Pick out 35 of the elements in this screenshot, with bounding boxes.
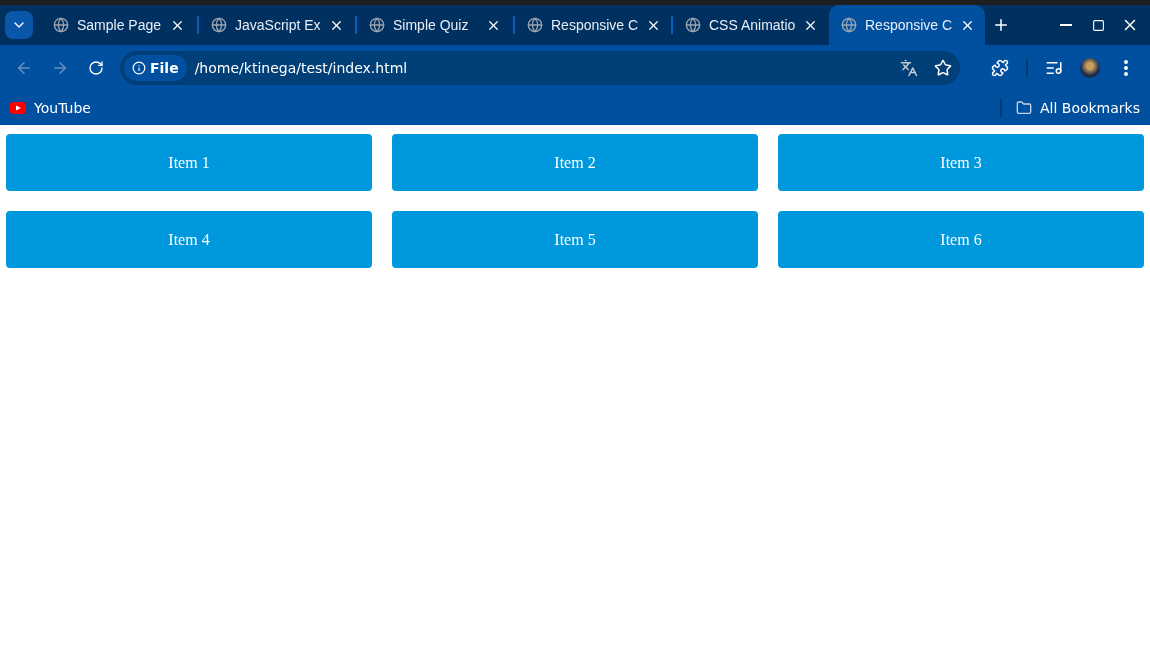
folder-icon (1015, 99, 1032, 116)
grid-item: Item 4 (6, 211, 372, 268)
browser-tab[interactable]: CSS Animatio (673, 5, 829, 45)
maximize-icon (1091, 18, 1105, 32)
menu-icon (1124, 59, 1128, 76)
browser-tab[interactable]: Simple Quiz (357, 5, 513, 45)
browser-tab[interactable]: Responsive C (515, 5, 671, 45)
globe-icon (53, 17, 69, 33)
globe-icon (369, 17, 385, 33)
address-bar[interactable]: File /home/ktinega/test/index.html (120, 50, 960, 85)
grid-item: Item 5 (392, 211, 758, 268)
star-icon[interactable] (934, 58, 952, 77)
grid-item: Item 3 (778, 134, 1144, 191)
minimize-icon (1060, 24, 1072, 26)
globe-icon (211, 17, 227, 33)
grid-item: Item 6 (778, 211, 1144, 268)
url-text: /home/ktinega/test/index.html (194, 59, 409, 76)
globe-icon (527, 17, 543, 33)
browser-tab[interactable]: Sample Page (41, 5, 197, 45)
tab-search-button[interactable] (5, 11, 33, 39)
play-icon (10, 101, 26, 114)
grid-item: Item 2 (392, 134, 758, 191)
translate-icon[interactable] (900, 58, 918, 77)
browser-tab[interactable]: JavaScript Ex (199, 5, 355, 45)
globe-icon (685, 17, 701, 33)
grid-item: Item 1 (6, 134, 372, 191)
globe-icon (841, 17, 857, 33)
reload-icon (88, 59, 104, 76)
all-bookmarks-button[interactable]: All Bookmarks (1015, 99, 1140, 116)
site-info-chip[interactable]: File (124, 54, 187, 81)
info-icon (132, 60, 146, 75)
bookmark-link[interactable]: YouTube (10, 99, 91, 116)
puzzle-icon (991, 58, 1009, 77)
browser-tab[interactable]: Responsive C (829, 5, 985, 45)
plus-icon (992, 16, 1010, 34)
